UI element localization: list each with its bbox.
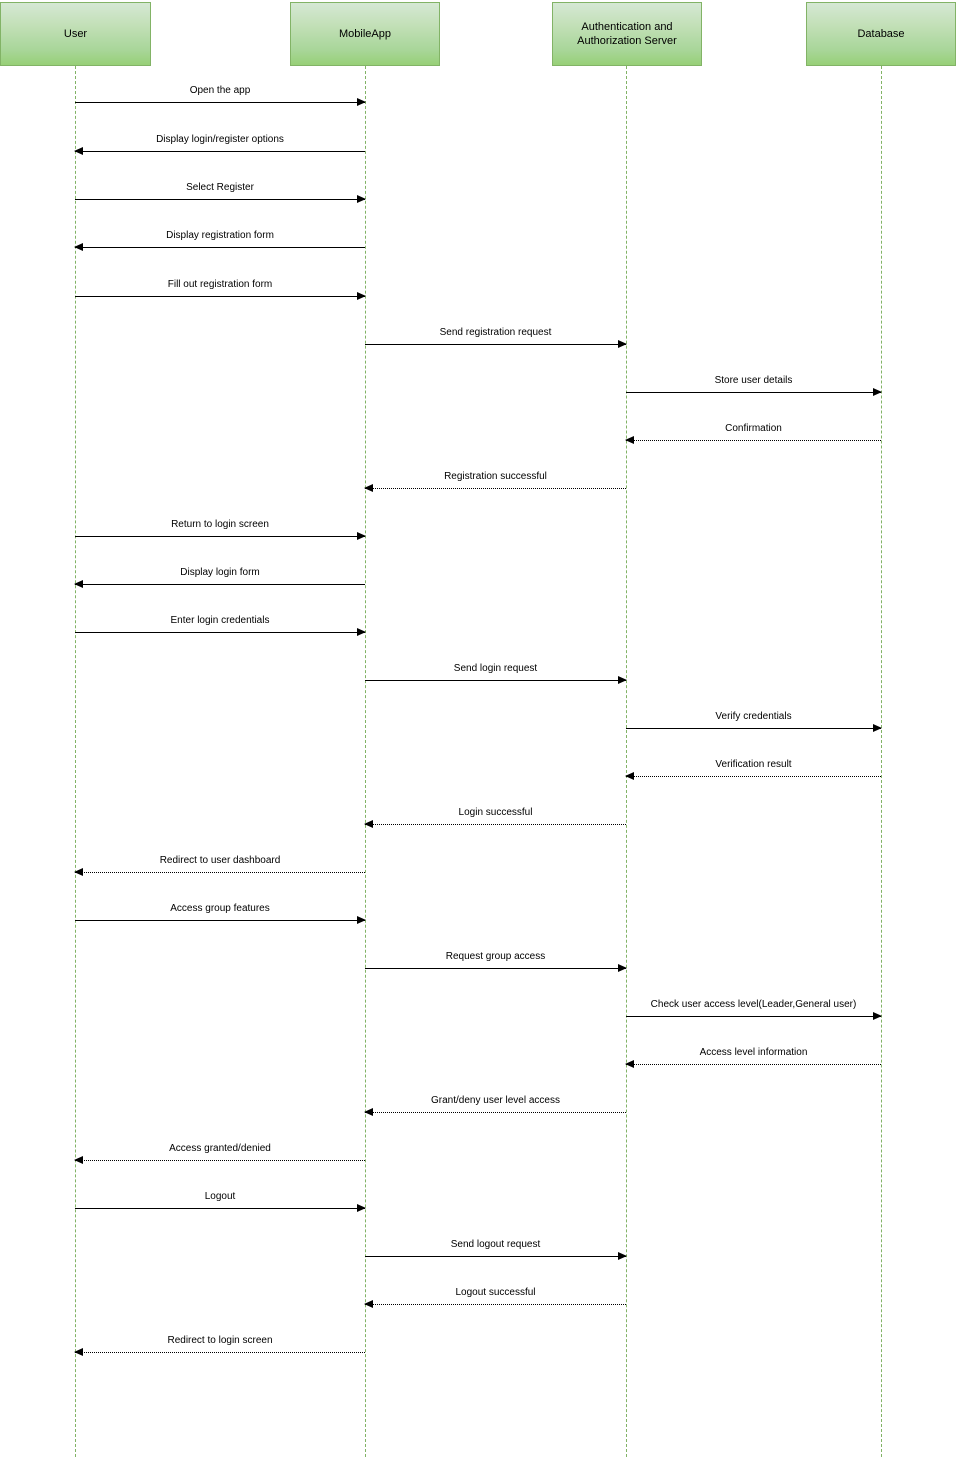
sequence-diagram-canvas: User MobileApp Authentication and Authoriz…: [0, 0, 957, 1457]
participant-label-user: User: [63, 28, 88, 40]
participant-box-mobileapp: MobileApp: [290, 2, 440, 66]
message-line: [75, 199, 365, 200]
arrowhead-right-icon: [618, 963, 627, 972]
message-label: Confirmation: [725, 423, 782, 434]
arrowhead-right-icon: [357, 915, 366, 924]
message-label: Send logout request: [450, 1239, 541, 1250]
message-label: Enter login credentials: [170, 615, 270, 626]
message-label: Send registration request: [439, 327, 552, 338]
message-line: [365, 824, 626, 825]
participant-box-authserver: Authentication and Authorization Server: [552, 2, 702, 66]
arrowhead-left-icon: [364, 1107, 373, 1116]
message-line: [626, 440, 881, 441]
arrowhead-right-icon: [873, 1011, 882, 1020]
message-label: Request group access: [445, 951, 546, 962]
message-label: Send login request: [453, 663, 538, 674]
message-label: Display login/register options: [156, 134, 284, 145]
message-label: Verify credentials: [715, 711, 792, 722]
message-line: [75, 536, 365, 537]
message-line: [365, 680, 626, 681]
arrowhead-left-icon: [74, 242, 83, 251]
message-line: [365, 1256, 626, 1257]
message-label: Verification result: [715, 759, 792, 770]
message-line: [626, 392, 881, 393]
message-line: [75, 296, 365, 297]
message-line: [626, 1064, 881, 1065]
message-label: Check user access level(Leader,General u…: [650, 999, 857, 1010]
message-label: Logout successful: [455, 1287, 536, 1298]
arrowhead-left-icon: [74, 146, 83, 155]
message-label: Store user details: [714, 375, 793, 386]
arrowhead-left-icon: [74, 1155, 83, 1164]
message-label: Logout: [204, 1191, 236, 1202]
participant-box-database: Database: [806, 2, 956, 66]
message-label: Display registration form: [166, 230, 274, 241]
message-line: [75, 102, 365, 103]
message-line: [75, 247, 365, 248]
message-label: Redirect to login screen: [167, 1335, 273, 1346]
arrowhead-right-icon: [357, 194, 366, 203]
message-line: [365, 344, 626, 345]
arrowhead-right-icon: [873, 723, 882, 732]
arrowhead-left-icon: [364, 819, 373, 828]
message-line: [75, 632, 365, 633]
message-line: [626, 728, 881, 729]
arrowhead-left-icon: [74, 579, 83, 588]
arrowhead-left-icon: [625, 435, 634, 444]
message-line: [75, 151, 365, 152]
arrowhead-left-icon: [625, 1059, 634, 1068]
message-line: [75, 1160, 365, 1161]
arrowhead-right-icon: [618, 339, 627, 348]
message-line: [75, 584, 365, 585]
message-line: [365, 968, 626, 969]
message-label: Registration successful: [444, 471, 547, 482]
participant-label-mobileapp: MobileApp: [339, 28, 391, 40]
message-line: [626, 776, 881, 777]
participant-box-user: User: [0, 2, 151, 66]
message-line: [365, 1112, 626, 1113]
message-label: Select Register: [186, 182, 254, 193]
participant-label-database: Database: [857, 28, 905, 40]
message-label: Access level information: [699, 1047, 808, 1058]
message-line: [75, 920, 365, 921]
arrowhead-left-icon: [364, 1299, 373, 1308]
message-line: [365, 488, 626, 489]
arrowhead-right-icon: [357, 1203, 366, 1212]
lifeline-user: [75, 66, 76, 1457]
message-label: Display login form: [180, 567, 260, 578]
message-line: [365, 1304, 626, 1305]
message-label: Grant/deny user level access: [431, 1095, 560, 1106]
message-line: [626, 1016, 881, 1017]
arrowhead-left-icon: [364, 483, 373, 492]
arrowhead-left-icon: [74, 1347, 83, 1356]
arrowhead-right-icon: [618, 1251, 627, 1260]
message-label: Open the app: [189, 85, 251, 96]
participant-label-authserver: Authentication and Authorization Server: [577, 21, 677, 47]
message-label: Login successful: [458, 807, 533, 818]
arrowhead-right-icon: [357, 531, 366, 540]
message-label: Return to login screen: [171, 519, 269, 530]
message-label: Access granted/denied: [169, 1143, 271, 1154]
lifeline-database: [881, 66, 882, 1457]
arrowhead-right-icon: [357, 97, 366, 106]
message-label: Fill out registration form: [167, 279, 273, 290]
message-line: [75, 872, 365, 873]
message-label: Access group features: [170, 903, 270, 914]
message-line: [75, 1208, 365, 1209]
message-label: Redirect to user dashboard: [159, 855, 281, 866]
arrowhead-left-icon: [625, 771, 634, 780]
arrowhead-right-icon: [618, 675, 627, 684]
message-line: [75, 1352, 365, 1353]
arrowhead-right-icon: [357, 627, 366, 636]
arrowhead-left-icon: [74, 867, 83, 876]
arrowhead-right-icon: [873, 387, 882, 396]
arrowhead-right-icon: [357, 291, 366, 300]
